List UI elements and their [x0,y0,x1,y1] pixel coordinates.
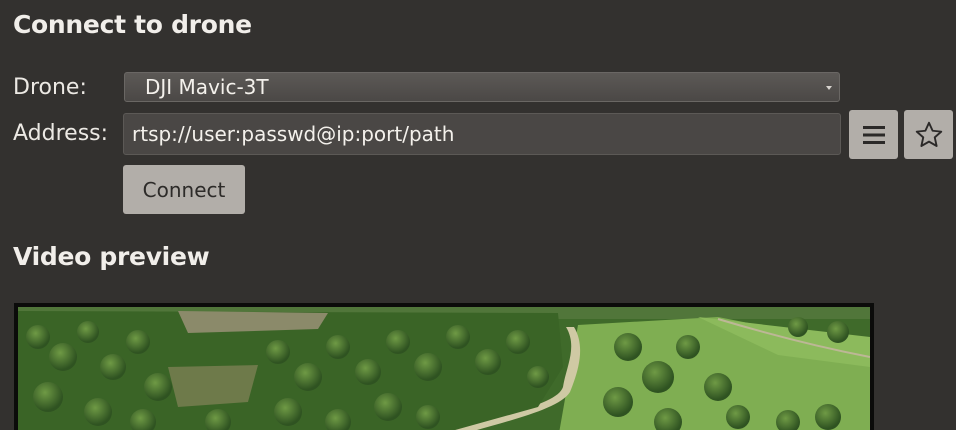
favorite-button[interactable] [904,110,953,159]
video-section-title: Video preview [13,242,210,271]
star-outline-icon [915,121,942,147]
aerial-forest-image [18,307,870,430]
drone-select-value: DJI Mavic-3T [145,75,269,99]
address-label: Address: [13,121,109,146]
connect-page: Connect to drone Drone: DJI Mavic-3T Add… [0,0,956,430]
drone-label: Drone: [13,75,87,100]
address-input[interactable] [123,113,841,155]
hamburger-menu-icon [862,125,885,144]
connect-section-title: Connect to drone [13,10,252,39]
connect-button[interactable]: Connect [123,165,245,214]
address-list-button[interactable] [849,110,898,159]
video-preview [14,303,874,430]
dropdown-arrow-icon [826,86,832,90]
drone-select[interactable]: DJI Mavic-3T [124,72,840,102]
